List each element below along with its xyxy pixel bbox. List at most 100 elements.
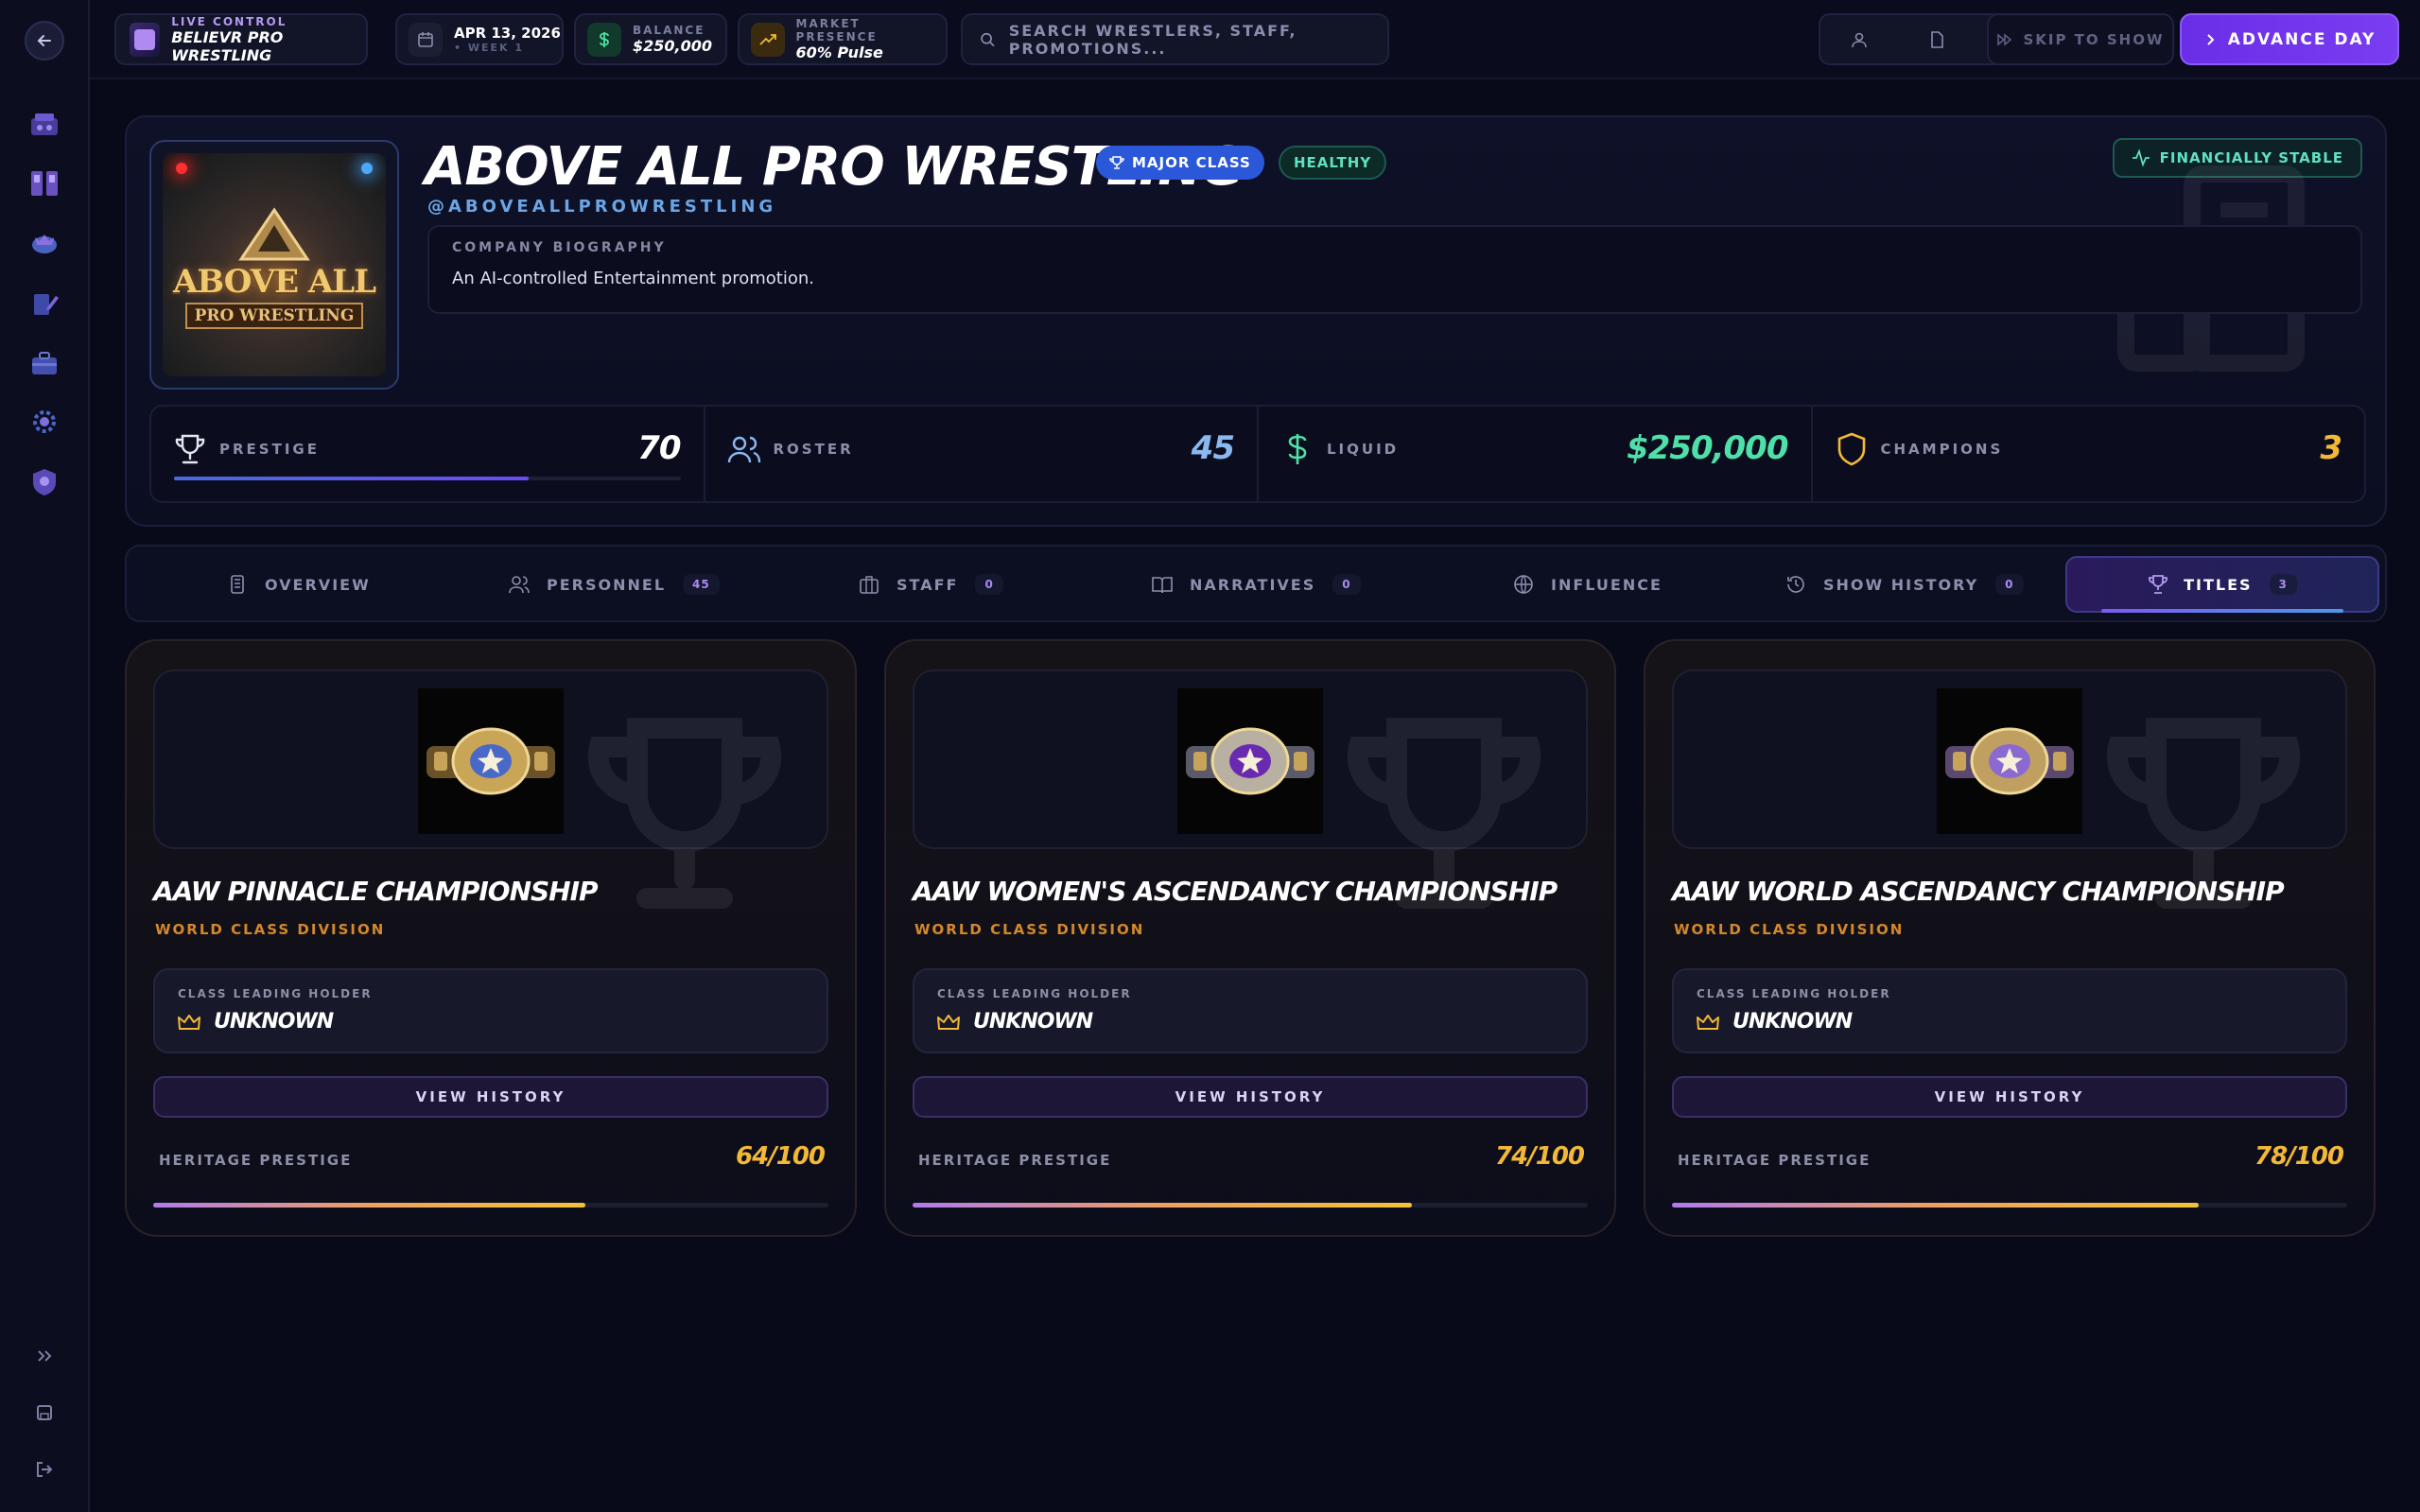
crown-icon (937, 1015, 960, 1030)
skip-to-show-button[interactable]: SKIP TO SHOW (1987, 13, 2174, 65)
championship-belt-icon (1186, 727, 1314, 795)
logout-button[interactable] (31, 1456, 58, 1483)
section-tabs: OVERVIEW PERSONNEL 45 STAFF 0 NARRATIVES… (125, 545, 2387, 622)
tab-narratives[interactable]: NARRATIVES 0 (1152, 556, 1361, 613)
trophy-icon (175, 434, 205, 464)
market-presence-label: MARKET PRESENCE (795, 17, 878, 43)
balance-value: $250,000 (633, 37, 713, 55)
trophy-icon (1109, 156, 1124, 169)
championship-belt-image (1177, 688, 1323, 834)
sidebar-item-promotions[interactable] (27, 225, 61, 259)
tab-staff-count: 0 (975, 574, 1003, 595)
book-open-icon (1152, 577, 1173, 594)
trophy-icon (2149, 575, 2168, 594)
search-input[interactable]: SEARCH WRESTLERS, STAFF, PROMOTIONS... (961, 13, 1389, 65)
shield-emblem-icon (33, 469, 56, 495)
user-icon (1852, 32, 1867, 47)
back-button[interactable] (25, 21, 64, 61)
title-card: AAW WORLD ASCENDANCY CHAMPIONSHIP WORLD … (1644, 639, 2376, 1237)
logo-text-sub: PRO WRESTLING (184, 303, 364, 329)
briefcase-icon (860, 576, 879, 594)
sidebar-item-factions[interactable] (27, 465, 61, 499)
prestige-value: 70 (637, 429, 681, 467)
skip-to-show-label: SKIP TO SHOW (2023, 30, 2165, 48)
class-badge-label: MAJOR CLASS (1132, 154, 1251, 171)
view-history-button[interactable]: VIEW HISTORY (153, 1076, 828, 1118)
tab-overview[interactable]: OVERVIEW (227, 556, 371, 613)
tab-personnel-count: 45 (683, 574, 720, 595)
profile-button[interactable] (1842, 23, 1876, 57)
live-control-value: BELIEVR PRO WRESTLING (171, 27, 284, 64)
save-button[interactable] (31, 1399, 58, 1426)
current-date: APR 13, 2026 (454, 25, 561, 42)
title-division: WORLD CLASS DIVISION (1674, 921, 1905, 938)
sidebar-item-arena[interactable] (27, 108, 61, 142)
search-placeholder: SEARCH WRESTLERS, STAFF, PROMOTIONS... (1008, 21, 1297, 58)
roster-cards-icon (31, 171, 58, 196)
roster-value: 45 (1191, 429, 1235, 467)
globe-icon (1514, 575, 1533, 594)
fast-forward-icon (1997, 32, 2012, 46)
heritage-prestige-bar (913, 1203, 1588, 1208)
sidebar-item-settings[interactable] (27, 405, 61, 439)
crown-icon (1697, 1015, 1719, 1030)
logout-icon (37, 1462, 53, 1477)
stat-liquid: LIQUID $250,000 (1259, 407, 1813, 501)
tab-personnel[interactable]: PERSONNEL 45 (509, 556, 720, 613)
tab-show-history-label: SHOW HISTORY (1823, 575, 1979, 594)
shield-icon (1837, 432, 1865, 466)
documents-button[interactable] (1920, 23, 1954, 57)
promotion-handle: @ABOVEALLPROWRESTLING (427, 197, 777, 217)
promotion-logo-icon (130, 22, 161, 57)
champions-label: CHAMPIONS (1880, 441, 2004, 458)
current-week: • WEEK 1 (454, 42, 525, 54)
market-presence-pill: MARKET PRESENCE 60% Pulse (738, 13, 948, 65)
prestige-label: PRESTIGE (219, 441, 320, 458)
holder-label: CLASS LEADING HOLDER (178, 987, 373, 1000)
stage-light-blue-icon (361, 163, 373, 174)
stat-prestige: PRESTIGE 70 (151, 407, 705, 501)
heritage-prestige-bar (153, 1203, 828, 1208)
heritage-prestige-label: HERITAGE PRESTIGE (159, 1152, 353, 1169)
tab-staff[interactable]: STAFF 0 (859, 556, 1003, 613)
view-history-button[interactable]: VIEW HISTORY (913, 1076, 1588, 1118)
title-belt-frame (1672, 669, 2347, 909)
advance-day-button[interactable]: ADVANCE DAY (2180, 13, 2399, 65)
heritage-prestige-label: HERITAGE PRESTIGE (1678, 1152, 1872, 1169)
tab-show-history-count: 0 (1995, 574, 2024, 595)
holder-name: UNKNOWN (973, 1010, 1093, 1034)
holder-label: CLASS LEADING HOLDER (937, 987, 1132, 1000)
tab-titles-count: 3 (2269, 574, 2297, 595)
expand-sidebar-button[interactable] (31, 1343, 58, 1369)
championship-belt-icon (1945, 727, 2074, 795)
tab-titles[interactable]: TITLES 3 (2065, 556, 2379, 613)
tab-influence[interactable]: INFLUENCE (1513, 556, 1663, 613)
tab-show-history[interactable]: SHOW HISTORY 0 (1785, 556, 2024, 613)
tab-titles-label: TITLES (2184, 575, 2253, 594)
title-card: AAW WOMEN'S ASCENDANCY CHAMPIONSHIP WORL… (884, 639, 1616, 1237)
heritage-prestige-label: HERITAGE PRESTIGE (918, 1152, 1112, 1169)
sidebar-item-contracts[interactable] (27, 286, 61, 320)
title-name: AAW PINNACLE CHAMPIONSHIP (153, 876, 599, 907)
sidebar-item-roster[interactable] (27, 166, 61, 200)
globe-crown-icon (32, 235, 57, 253)
bio-text: An AI-controlled Entertainment promotion… (452, 269, 814, 288)
live-control-pill[interactable]: LIVE CONTROL BELIEVR PRO WRESTLING (114, 13, 368, 65)
calendar-icon (409, 22, 443, 57)
heritage-prestige-bar (1672, 1203, 2347, 1208)
balance-label: BALANCE (633, 24, 705, 37)
prestige-bar (174, 477, 681, 480)
view-history-button[interactable]: VIEW HISTORY (1672, 1076, 2347, 1118)
holder-name: UNKNOWN (214, 1010, 334, 1034)
company-biography: COMPANY BIOGRAPHY An AI-controlled Enter… (427, 225, 2362, 314)
promotion-header-card: ABOVE ALL PRO WRESTLING ABOVE ALL PRO WR… (125, 115, 2387, 527)
arrow-left-icon (37, 35, 51, 46)
sidebar-item-business[interactable] (27, 346, 61, 380)
title-holder-box: CLASS LEADING HOLDER UNKNOWN (153, 968, 828, 1053)
date-pill[interactable]: APR 13, 2026 • WEEK 1 (395, 13, 564, 65)
title-belt-frame (913, 669, 1588, 909)
holder-label: CLASS LEADING HOLDER (1697, 987, 1891, 1000)
stats-row: PRESTIGE 70 ROSTER 45 LIQUID $250,000 CH… (149, 405, 2366, 503)
briefcase-icon (32, 352, 57, 374)
title-belt-frame (153, 669, 828, 909)
